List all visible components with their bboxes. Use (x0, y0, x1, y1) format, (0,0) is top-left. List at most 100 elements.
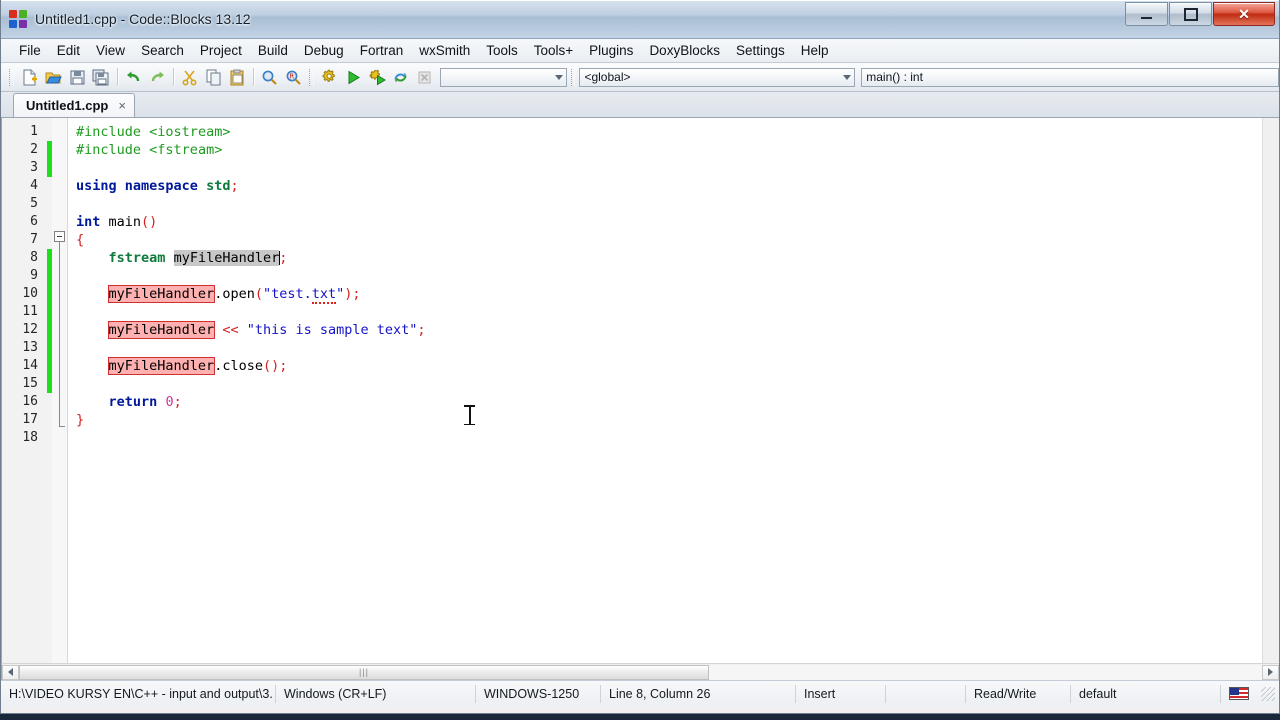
svg-text:R: R (289, 72, 294, 80)
clipboard-icon (230, 69, 243, 85)
replace-button[interactable]: R (282, 66, 304, 88)
status-highlight-language: default (1071, 684, 1221, 703)
tab-untitled1-cpp[interactable]: Untitled1.cpp × (13, 93, 135, 117)
recycle-icon (394, 72, 407, 82)
magnifier-icon (262, 70, 277, 85)
code-line-16: return 0; (108, 394, 182, 410)
code-line-8: fstream myFileHandler; (108, 250, 288, 266)
fold-line-end (59, 426, 65, 427)
code-line-17: } (76, 412, 85, 428)
status-insert-mode: Insert (796, 684, 886, 703)
editor-horizontal-scrollbar[interactable]: ||| (1, 663, 1279, 680)
find-button[interactable] (259, 66, 281, 88)
menu-debug[interactable]: Debug (296, 41, 352, 60)
line-number: 2 (30, 142, 38, 157)
window-controls: ✕ (1124, 2, 1275, 26)
code-text[interactable]: #include <iostream> #include <fstream> u… (68, 118, 1279, 663)
copy-button[interactable] (203, 66, 225, 88)
status-bar: H:\VIDEO KURSY EN\C++ - input and output… (1, 680, 1279, 706)
desktop-background: Untitled1.cpp - Code::Blocks 13.12 ✕ Fil… (0, 0, 1280, 720)
menu-plugins[interactable]: Plugins (581, 41, 641, 60)
build-and-run-button[interactable] (366, 66, 388, 88)
save-button[interactable] (66, 66, 88, 88)
open-file-button[interactable] (43, 66, 65, 88)
hscroll-track[interactable]: ||| (19, 664, 1262, 680)
build-button[interactable] (319, 66, 341, 88)
menu-fortran[interactable]: Fortran (352, 41, 412, 60)
maximize-button[interactable] (1169, 2, 1212, 26)
menu-project[interactable]: Project (192, 41, 250, 60)
window-resize-grip[interactable] (1261, 686, 1275, 701)
menu-settings[interactable]: Settings (728, 41, 793, 60)
line-number: 7 (30, 232, 38, 247)
code-line-14: myFileHandler.close(); (107, 357, 288, 375)
menu-view[interactable]: View (88, 41, 133, 60)
chevron-right-icon (1268, 668, 1273, 676)
gear-icon (323, 69, 336, 82)
menu-build[interactable]: Build (250, 41, 296, 60)
hscroll-thumb[interactable]: ||| (19, 664, 709, 680)
menu-edit[interactable]: Edit (49, 41, 88, 60)
redo-button[interactable] (146, 66, 168, 88)
menu-tools-plus[interactable]: Tools+ (526, 41, 581, 60)
close-button[interactable]: ✕ (1213, 2, 1275, 26)
line-number: 16 (22, 394, 38, 409)
line-number: 10 (22, 286, 38, 301)
menu-bar: File Edit View Search Project Build Debu… (1, 39, 1279, 63)
chevron-down-icon (843, 75, 852, 80)
build-target-combo[interactable] (440, 67, 567, 87)
editor-vertical-scrollbar[interactable] (1262, 118, 1279, 663)
abort-button[interactable] (414, 66, 436, 88)
title-bar: Untitled1.cpp - Code::Blocks 13.12 ✕ (1, 0, 1279, 39)
cut-button[interactable] (179, 66, 201, 88)
editor-area: 1 2 3 4 5 6 7 8 9 10 11 12 13 14 15 16 1 (1, 118, 1279, 663)
fold-collapse-box[interactable] (54, 231, 65, 242)
menu-search[interactable]: Search (133, 41, 192, 60)
scissors-icon (182, 70, 197, 86)
source-editor[interactable]: 1 2 3 4 5 6 7 8 9 10 11 12 13 14 15 16 1 (2, 118, 1279, 663)
save-all-button[interactable] (90, 66, 112, 88)
status-permissions: Read/Write (966, 684, 1071, 703)
scroll-right-button[interactable] (1262, 664, 1279, 680)
paste-button[interactable] (226, 66, 248, 88)
undo-button[interactable] (123, 66, 145, 88)
redo-arrow-icon (151, 71, 164, 81)
fold-margin[interactable] (52, 118, 68, 663)
run-button[interactable] (343, 66, 365, 88)
menu-help[interactable]: Help (793, 41, 837, 60)
line-number: 9 (30, 268, 38, 283)
editor-tabstrip: Untitled1.cpp × (1, 92, 1279, 118)
new-file-button[interactable] (19, 66, 41, 88)
save-all-icon (92, 69, 109, 85)
menu-tools[interactable]: Tools (478, 41, 526, 60)
tab-close-icon[interactable]: × (118, 98, 126, 113)
function-combo[interactable]: main() : int (861, 67, 1279, 87)
toolbar-grip-3[interactable] (570, 68, 576, 86)
minimize-button[interactable] (1125, 2, 1168, 26)
line-number: 6 (30, 214, 38, 229)
gear-play-icon (369, 69, 386, 85)
line-number: 12 (22, 322, 38, 337)
menu-wxsmith[interactable]: wxSmith (411, 41, 478, 60)
line-number: 14 (22, 358, 38, 373)
chevron-left-icon (8, 668, 13, 676)
line-number: 8 (30, 250, 38, 265)
menu-file[interactable]: File (11, 41, 49, 60)
line-number: 1 (30, 124, 38, 139)
undo-arrow-icon (126, 71, 140, 81)
status-keyboard-layout[interactable] (1221, 685, 1257, 703)
toolbar-grip[interactable] (9, 68, 14, 86)
code-line-2: #include <fstream> (76, 142, 223, 158)
rebuild-button[interactable] (390, 66, 412, 88)
main-toolbar: R <global> main(): int (1, 63, 1279, 92)
line-number-gutter: 1 2 3 4 5 6 7 8 9 10 11 12 13 14 15 16 1 (2, 118, 46, 663)
toolbar-separator (252, 68, 254, 86)
floppy-disk-icon (70, 70, 85, 84)
menu-doxyblocks[interactable]: DoxyBlocks (641, 41, 728, 60)
scope-combo[interactable]: <global> (579, 67, 856, 87)
toolbar-grip-2[interactable] (309, 68, 315, 86)
scroll-left-button[interactable] (2, 664, 19, 680)
line-number: 17 (22, 412, 38, 427)
